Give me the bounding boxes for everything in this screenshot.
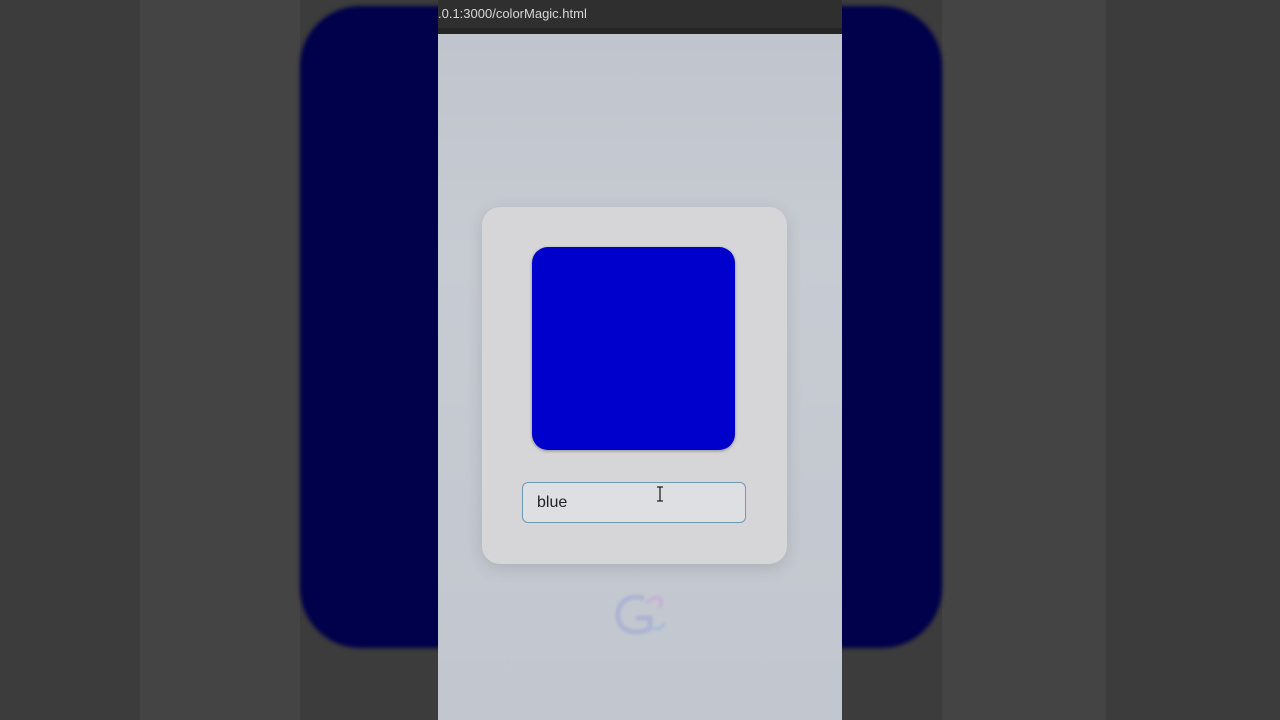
background-right-panel xyxy=(942,0,1106,720)
channel-logo-icon xyxy=(615,594,666,635)
browser-window: .0.1:3000/colorMagic.html xyxy=(438,0,842,720)
address-bar[interactable]: .0.1:3000/colorMagic.html xyxy=(438,0,842,34)
url-text[interactable]: .0.1:3000/colorMagic.html xyxy=(438,6,587,21)
video-frame: .0.1:3000/colorMagic.html xyxy=(0,0,1280,720)
color-name-input[interactable] xyxy=(522,482,746,523)
background-left-panel xyxy=(140,0,300,720)
color-swatch xyxy=(532,247,735,450)
color-card xyxy=(482,207,787,564)
